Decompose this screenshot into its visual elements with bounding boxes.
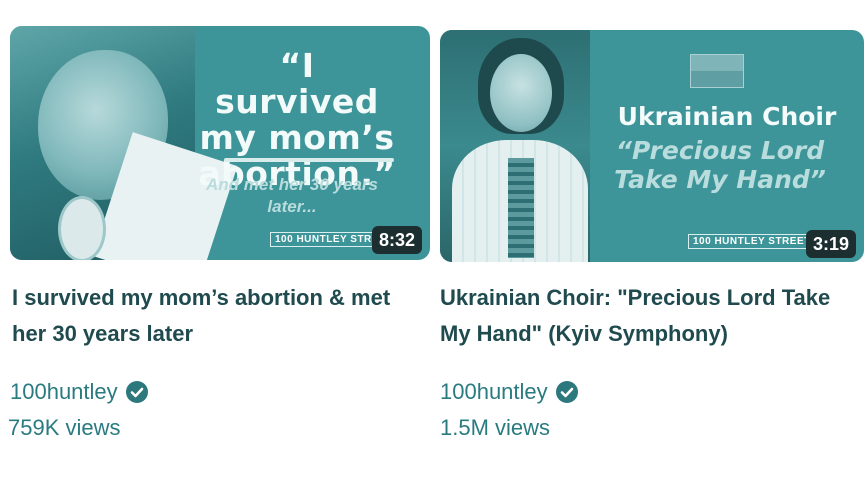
embroidery-image	[508, 158, 534, 258]
view-count: 759K views	[8, 415, 121, 440]
video-thumbnail[interactable]: Ukrainian Choir “Precious Lord Take My H…	[440, 30, 864, 262]
video-title[interactable]: I survived my mom’s abortion & met her 3…	[12, 280, 422, 352]
brand-logo: 100 HUNTLEY STREET	[688, 234, 816, 249]
thumbnail-divider	[224, 158, 394, 162]
view-count: 1.5M views	[440, 415, 551, 440]
flag-icon	[690, 54, 744, 88]
singer-face-image	[490, 54, 552, 132]
video-title[interactable]: Ukrainian Choir: "Precious Lord Take My …	[440, 280, 850, 352]
channel-name[interactable]: 100huntley	[10, 378, 118, 406]
verified-check-icon	[125, 381, 148, 403]
thumbnail-heading: Ukrainian Choir	[617, 102, 837, 131]
thumbnail-subheading: “Precious Lord Take My Hand”	[614, 136, 826, 194]
thumbnail-subtext: And met her 30 years later...	[206, 175, 378, 216]
channel-name[interactable]: 100huntley	[440, 378, 548, 406]
verified-check-icon	[555, 381, 578, 403]
duration-badge: 3:19	[805, 230, 856, 258]
thumbnail-photo	[440, 30, 590, 262]
thumbnail-photo	[10, 26, 238, 260]
duration-badge: 8:32	[371, 226, 422, 254]
channel-link[interactable]: 100huntley	[440, 378, 578, 406]
video-thumbnail[interactable]: “I survived my mom’s abortion.” And met …	[10, 26, 430, 260]
pacifier-image	[58, 196, 106, 260]
thumbnail-quote: “I survived my mom’s abortion.”	[198, 46, 396, 193]
channel-link[interactable]: 100huntley	[10, 378, 148, 406]
